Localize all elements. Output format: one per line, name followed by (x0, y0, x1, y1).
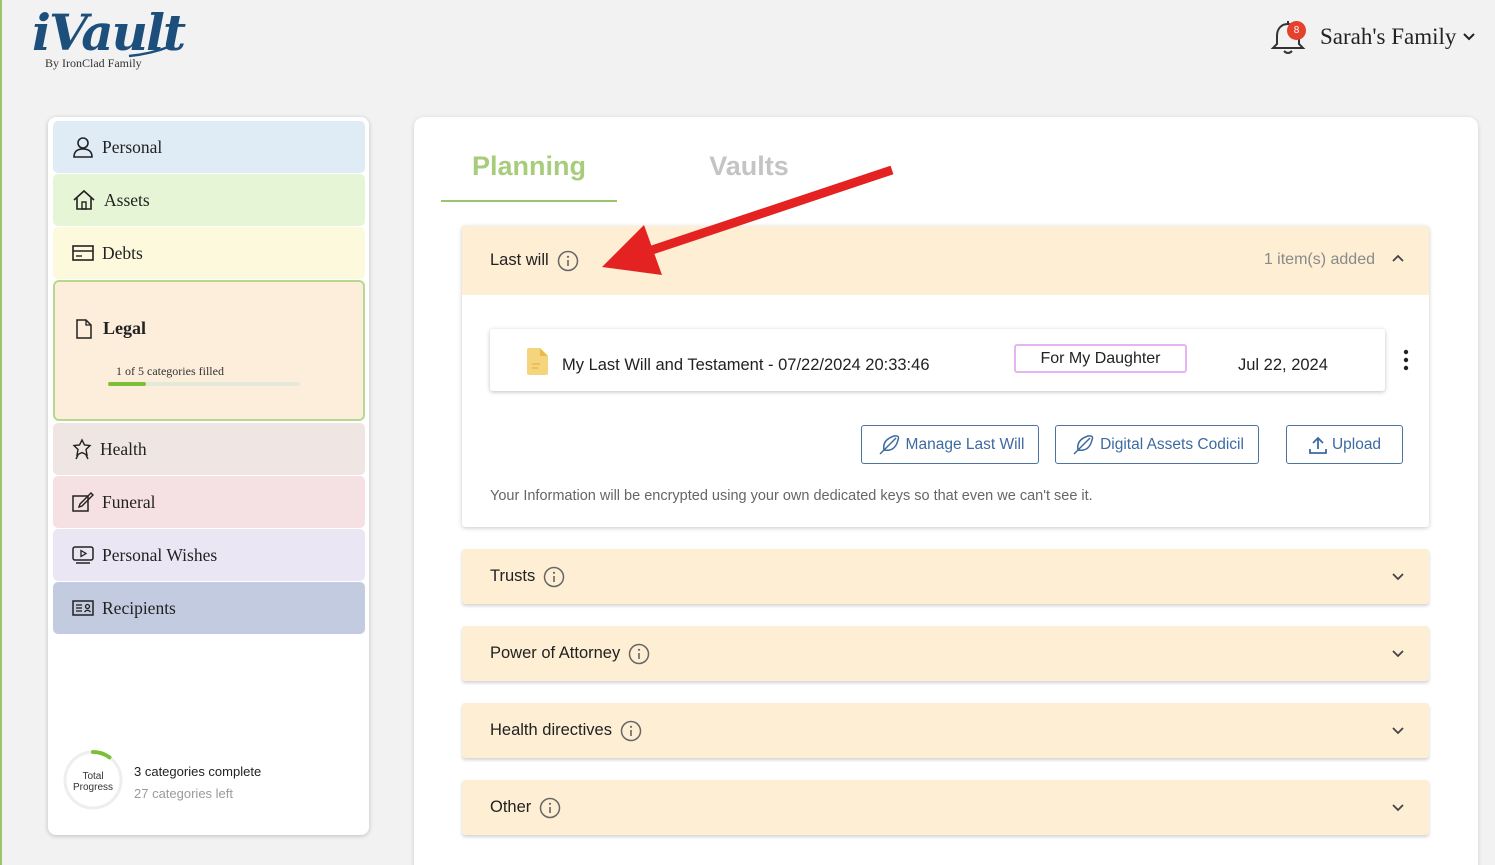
upload-button[interactable]: Upload (1286, 425, 1403, 464)
chevron-down-icon[interactable] (1391, 726, 1405, 736)
sidebar-item-label: Debts (102, 242, 143, 263)
chevron-down-icon[interactable] (1391, 572, 1405, 582)
sidebar-item-funeral[interactable]: Funeral (53, 476, 365, 528)
document-name: My Last Will and Testament - 07/22/2024 … (562, 356, 930, 374)
categories-complete: 3 categories complete (134, 764, 262, 779)
section-other[interactable]: Other (462, 780, 1429, 835)
chevron-down-icon (1463, 33, 1476, 41)
sidebar-item-assets[interactable]: Assets (53, 174, 365, 226)
sidebar-item-recipients[interactable]: Recipients (53, 582, 365, 634)
section-title: Other (490, 798, 532, 816)
sidebar-item-health[interactable]: Health (53, 423, 365, 475)
legal-progress-text: 1 of 5 categories filled (116, 364, 224, 378)
section-title: Last will (490, 251, 549, 269)
section-title: Health directives (490, 721, 612, 739)
category-sidebar: Personal Assets Debts Legal 1 of 5 categ… (48, 117, 369, 835)
sidebar-item-label: Personal Wishes (102, 544, 218, 565)
chevron-down-icon[interactable] (1391, 803, 1405, 813)
logo-subtitle: By IronClad Family (45, 56, 142, 70)
manage-last-will-button[interactable]: Manage Last Will (861, 425, 1039, 464)
sidebar-item-label: Funeral (102, 491, 156, 512)
legal-progress-bar (108, 382, 300, 386)
section-header-other[interactable]: Other (462, 780, 1429, 835)
info-icon[interactable] (620, 720, 642, 742)
document-date: Jul 22, 2024 (1238, 356, 1328, 374)
document-icon (76, 318, 92, 339)
id-card-icon (72, 600, 94, 616)
family-switcher[interactable]: Sarah's Family (1320, 22, 1476, 52)
feather-pen-icon (879, 434, 899, 455)
sidebar-item-label: Assets (104, 189, 150, 210)
sidebar-item-label: Health (100, 438, 147, 459)
sidebar-item-label: Recipients (102, 597, 176, 618)
edit-icon (72, 492, 94, 512)
chevron-up-icon[interactable] (1391, 253, 1405, 263)
sidebar-item-personal-wishes[interactable]: Personal Wishes (53, 529, 365, 581)
categories-left: 27 categories left (134, 786, 234, 801)
person-icon (73, 137, 93, 158)
section-header-health-directives[interactable]: Health directives (462, 703, 1429, 758)
family-name: Sarah's Family (1320, 24, 1457, 49)
section-trusts[interactable]: Trusts (462, 549, 1429, 604)
legal-title: Legal (75, 318, 146, 339)
document-recipient-tag: For My Daughter (1014, 344, 1187, 373)
button-label: Digital Assets Codicil (1100, 435, 1244, 453)
info-icon[interactable] (557, 250, 579, 272)
house-icon (73, 189, 95, 210)
section-title: Power of Attorney (490, 644, 621, 662)
sidebar-item-debts[interactable]: Debts (53, 227, 365, 279)
sidebar-item-label: Personal (102, 136, 163, 157)
digital-assets-codicil-button[interactable]: Digital Assets Codicil (1055, 425, 1259, 464)
ivault-logo[interactable]: iVault By IronClad Family (32, 4, 186, 71)
section-title: Trusts (490, 567, 536, 585)
legal-progress-fill (108, 382, 147, 386)
more-options-icon[interactable] (1402, 349, 1410, 371)
info-icon[interactable] (628, 643, 650, 665)
notification-badge: 8 (1287, 21, 1306, 40)
upload-icon (1309, 436, 1327, 454)
tab-planning[interactable]: Planning (441, 151, 617, 182)
info-icon[interactable] (543, 566, 565, 588)
video-icon (72, 546, 94, 564)
app-header: iVault By IronClad Family 8 Sarah's Fami… (2, 0, 1495, 72)
button-label: Upload (1331, 435, 1382, 453)
section-status: 1 item(s) added (1263, 251, 1375, 268)
annotation-arrow-icon (602, 165, 894, 275)
feather-pen-icon (1073, 434, 1094, 455)
planning-panel: Planning Vaults Last will 1 item(s) adde… (414, 117, 1478, 865)
info-icon[interactable] (539, 797, 561, 819)
sidebar-item-legal[interactable]: Legal 1 of 5 categories filled (53, 280, 365, 421)
section-header-trusts[interactable]: Trusts (462, 549, 1429, 604)
file-icon (527, 348, 548, 375)
credit-card-icon (72, 245, 94, 261)
active-tab-indicator (441, 200, 617, 202)
section-header-power-of-attorney[interactable]: Power of Attorney (462, 626, 1429, 681)
section-health-directives[interactable]: Health directives (462, 703, 1429, 758)
total-progress-label: Total Progress (72, 771, 113, 793)
button-label: Manage Last Will (905, 435, 1025, 453)
document-row[interactable]: My Last Will and Testament - 07/22/2024 … (490, 329, 1385, 391)
section-power-of-attorney[interactable]: Power of Attorney (462, 626, 1429, 681)
encryption-note: Your Information will be encrypted using… (490, 488, 1093, 504)
sidebar-item-personal[interactable]: Personal (53, 121, 365, 173)
medal-icon (72, 438, 92, 460)
sidebar-item-label: Legal (103, 318, 146, 338)
chevron-down-icon[interactable] (1391, 649, 1405, 659)
